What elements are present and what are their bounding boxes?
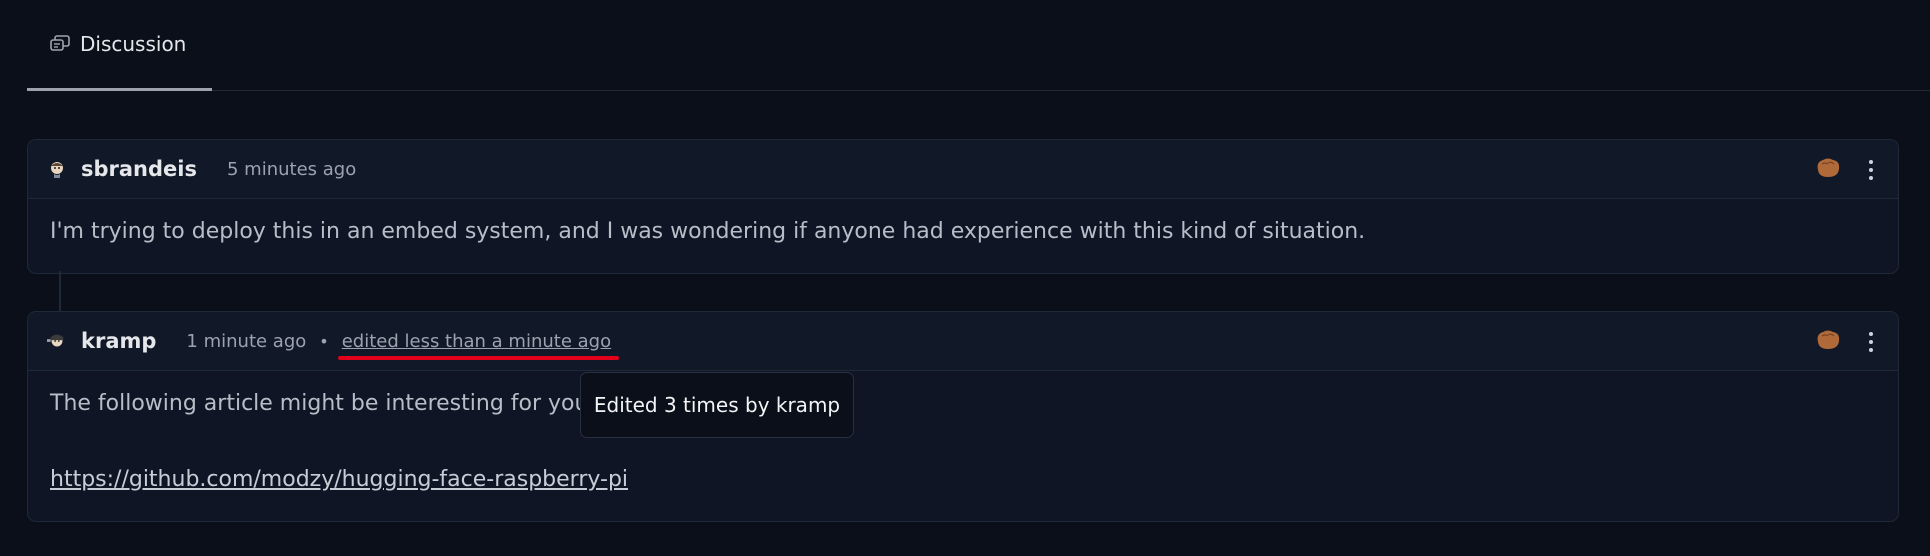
avatar[interactable] [47, 159, 67, 179]
more-options-icon[interactable] [1866, 158, 1876, 182]
edited-link[interactable]: edited less than a minute ago [337, 330, 620, 360]
discussion-icon [49, 34, 71, 54]
comment-card: kramp 1 minute ago • edited less than a … [27, 311, 1899, 522]
comment-header: sbrandeis 5 minutes ago [28, 140, 1898, 199]
avatar[interactable] [47, 331, 67, 351]
username[interactable]: sbrandeis [81, 157, 197, 181]
tab-label: Discussion [80, 32, 187, 56]
timestamp: 5 minutes ago [226, 158, 357, 180]
add-reaction-icon[interactable] [1814, 156, 1842, 184]
highlight-underline [337, 355, 620, 360]
edit-history-tooltip: Edited 3 times by kramp [580, 372, 854, 438]
add-reaction-icon[interactable] [1814, 328, 1842, 356]
tab-discussion[interactable]: Discussion [27, 0, 212, 91]
article-link[interactable]: https://github.com/modzy/hugging-face-ra… [50, 467, 628, 492]
timestamp: 1 minute ago [186, 330, 307, 352]
tab-bar: Discussion [27, 0, 1930, 91]
edited-label: edited less than a minute ago [341, 330, 612, 352]
comment-body: The following article might be interesti… [28, 371, 1898, 494]
comment-body: I'm trying to deploy this in an embed sy… [50, 219, 1366, 244]
username[interactable]: kramp [81, 329, 156, 353]
comment-text: The following article might be interesti… [50, 391, 596, 416]
separator-dot: • [319, 331, 329, 351]
thread-connector [59, 271, 61, 311]
more-options-icon[interactable] [1866, 330, 1876, 354]
comment-header: kramp 1 minute ago • edited less than a … [28, 312, 1898, 371]
comment-card: sbrandeis 5 minutes ago I'm trying to de… [27, 139, 1899, 274]
